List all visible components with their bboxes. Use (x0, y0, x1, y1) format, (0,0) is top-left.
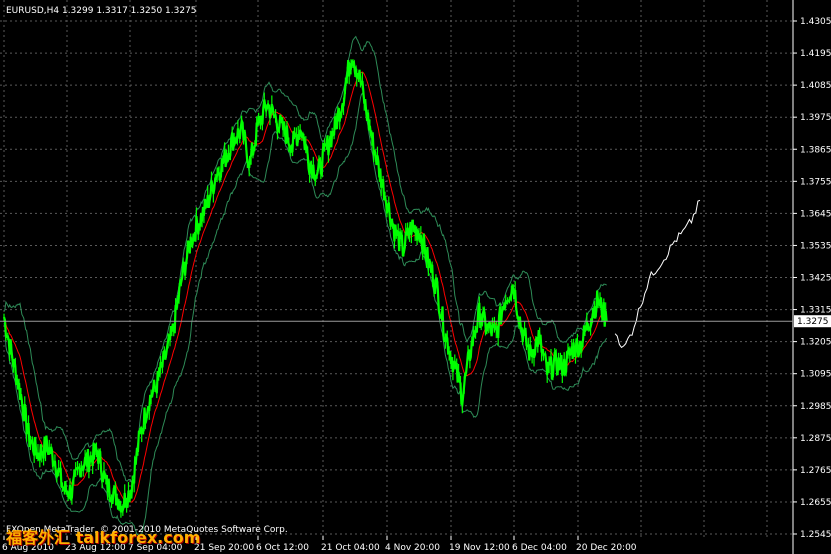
y-tick-label: 1.4195 (800, 49, 831, 59)
y-tick-label: 1.3205 (800, 338, 831, 348)
x-tick-label: 19 Nov 12:00 (449, 543, 510, 553)
x-tick-label: 21 Oct 04:00 (321, 543, 380, 553)
x-tick-label: 6 Dec 04:00 (512, 543, 567, 553)
y-tick-label: 1.3315 (800, 306, 831, 316)
price-axis: 1.4305 1.4195 1.4085 1.3975 1.3865 1.3755 1.36… (793, 17, 831, 540)
y-tick-label: 1.3425 (800, 274, 831, 284)
y-tick-label: 1.3645 (800, 209, 831, 219)
upper-band (3, 35, 607, 483)
forecast-series (614, 199, 701, 349)
x-tick-label: 20 Dec 20:00 (576, 543, 637, 553)
bollinger-bands (3, 35, 608, 538)
chart-header: EURUSD,H4 1.3299 1.3317 1.3250 1.3275 (6, 6, 197, 16)
y-tick-label: 1.2655 (800, 498, 831, 508)
y-tick-label: 1.2545 (800, 530, 831, 540)
forecast-line (614, 199, 701, 349)
watermark-logo: 福客外汇 talkforex.com (6, 528, 201, 547)
y-tick-label: 1.2765 (800, 466, 831, 476)
y-tick-label: 1.3975 (800, 113, 831, 123)
grid-lines (0, 0, 793, 540)
y-tick-label: 1.3095 (800, 370, 831, 380)
current-price-label: 1.3275 (797, 317, 829, 327)
price-chart[interactable]: 1.4305 1.4195 1.4085 1.3975 1.3865 1.3755 1.36… (0, 0, 831, 554)
chart-window[interactable]: 1.4305 1.4195 1.4085 1.3975 1.3865 1.3755 1.36… (0, 0, 831, 554)
x-tick-label: 4 Nov 20:00 (385, 543, 440, 553)
y-tick-label: 1.3865 (800, 145, 831, 155)
price-series (2, 59, 608, 518)
y-tick-label: 1.3755 (800, 177, 831, 187)
x-tick-label: 6 Oct 12:00 (256, 543, 309, 553)
y-tick-label: 1.2875 (800, 434, 831, 444)
y-tick-label: 1.4085 (800, 81, 831, 91)
y-tick-label: 1.4305 (800, 17, 831, 27)
y-tick-label: 1.2985 (800, 402, 831, 412)
y-tick-label: 1.3535 (800, 241, 831, 251)
price-line (2, 59, 608, 515)
x-tick-label: 21 Sep 20:00 (194, 543, 254, 553)
